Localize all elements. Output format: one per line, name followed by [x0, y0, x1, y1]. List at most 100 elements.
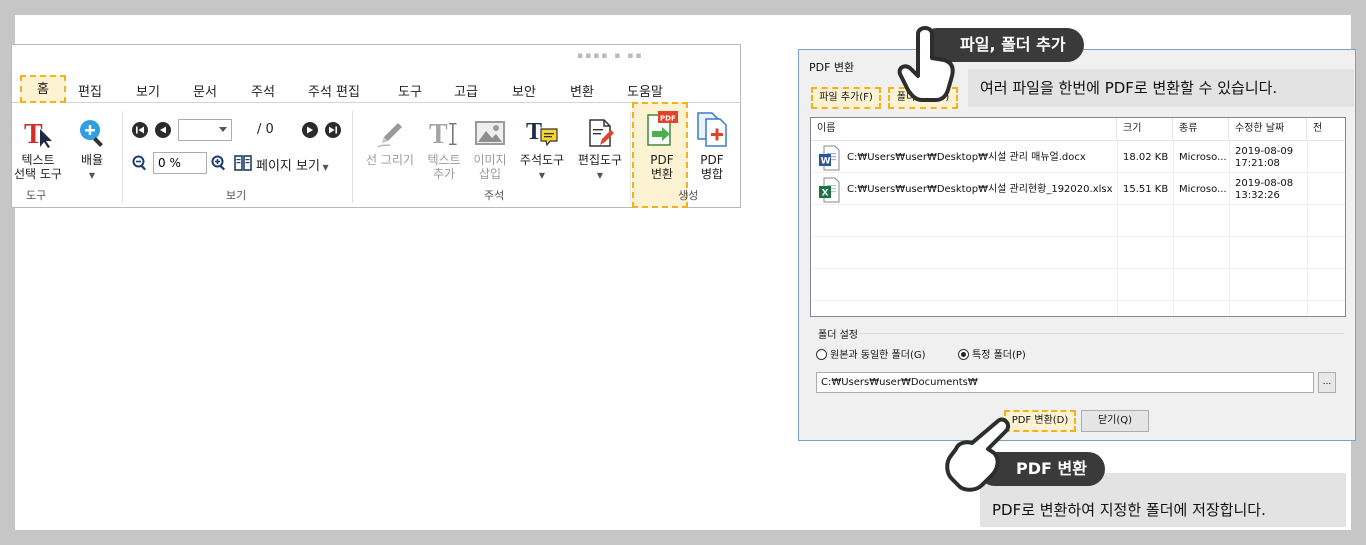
page-view-label: 페이지 보기	[256, 159, 320, 174]
group-label-create: 생성	[678, 189, 699, 202]
last-page-icon[interactable]	[325, 122, 341, 138]
folder-settings-title: 폴더 설정	[818, 330, 858, 341]
browse-button[interactable]: ...	[1318, 372, 1336, 393]
annotation-tool-icon: T	[526, 119, 558, 147]
group-divider	[858, 333, 1344, 334]
column-divider	[1117, 140, 1118, 316]
radio-specific-folder-label: 특정 폴더(P)	[972, 350, 1026, 361]
page-view-icon[interactable]	[234, 154, 252, 172]
text-select-button[interactable]: T 텍스트 선택 도구	[8, 117, 68, 181]
pdf-convert-label: PDF 변환	[650, 153, 674, 181]
folder-settings-group: 폴더 설정 원본과 동일한 폴더(G) 특정 폴더(P) C:₩Users₩us…	[810, 330, 1346, 400]
file-type: Microso...	[1179, 152, 1227, 163]
file-time: 17:21:08	[1235, 158, 1280, 169]
close-button[interactable]: 닫기(Q)	[1081, 410, 1149, 432]
group-label-tools: 도구	[26, 189, 47, 202]
tab-document[interactable]: 문서	[193, 81, 217, 100]
draw-line-label: 선 그리기	[366, 153, 414, 167]
word-icon: W	[819, 145, 840, 171]
file-list[interactable]: 이름 크기 종류 수정한 날짜 전 W C:₩Users₩user₩Deskto…	[810, 117, 1346, 317]
row-divider	[811, 236, 1345, 237]
separator	[630, 111, 631, 203]
zoom-button[interactable]: 배율 ▼	[76, 117, 108, 183]
svg-text:T: T	[526, 119, 542, 145]
file-date: 2019-08-09	[1235, 146, 1294, 157]
column-divider	[1307, 140, 1308, 316]
pdf-convert-icon: PDF	[647, 111, 678, 146]
column-header-size[interactable]: 크기	[1117, 118, 1173, 140]
first-page-icon[interactable]	[132, 122, 148, 138]
file-path: C:₩Users₩user₩Desktop₩시설 관리 매뉴얼.docx	[847, 152, 1086, 163]
callout-top-description: 여러 파일을 한번에 PDF로 변환할 수 있습니다.	[968, 69, 1354, 107]
file-size: 18.02 KB	[1123, 152, 1169, 163]
output-path-field[interactable]: C:₩Users₩user₩Documents₩	[816, 372, 1314, 393]
annotation-tool-label: 주석도구	[519, 153, 565, 167]
column-header-name[interactable]: 이름	[811, 118, 1117, 140]
page-view-button[interactable]: 페이지 보기 ▼	[256, 155, 329, 174]
separator	[352, 111, 353, 203]
zoom-input[interactable]: 0 %	[153, 152, 207, 174]
tab-home[interactable]: 홈	[20, 75, 66, 103]
ribbon: ▪▪▪▪ ▪ ▪▪ 홈 편집 보기 문서 주석 주석 편집 도구 고급 보안 변…	[11, 44, 741, 208]
pen-icon	[377, 123, 402, 148]
pdf-convert-dialog-button[interactable]: PDF 변환(D)	[1004, 410, 1076, 432]
radio-same-folder[interactable]: 원본과 동일한 폴더(G)	[816, 346, 926, 361]
zoom-label: 배율	[80, 153, 104, 167]
annotation-tool-button[interactable]: T 주석도구 ▼	[514, 117, 570, 183]
column-header-type[interactable]: 종류	[1173, 118, 1229, 140]
tab-advanced[interactable]: 고급	[454, 81, 478, 100]
pdf-merge-button[interactable]: PDF 병합	[692, 109, 732, 181]
text-select-icon: T	[24, 119, 52, 149]
tab-security[interactable]: 보안	[512, 81, 536, 100]
chevron-down-icon	[219, 127, 227, 132]
annotation-dropdown-icon: ▼	[538, 171, 546, 180]
tab-help[interactable]: 도움말	[627, 81, 663, 100]
zoom-dropdown-icon: ▼	[88, 171, 96, 180]
pointing-hand-icon	[945, 417, 1011, 492]
pdf-convert-button[interactable]: PDF PDF 변환	[640, 109, 684, 181]
zoom-plus-icon	[80, 120, 103, 147]
edit-tool-button[interactable]: 편집도구 ▼	[572, 117, 628, 183]
row-divider	[811, 204, 1345, 205]
insert-image-button[interactable]: 이미지 삽입	[470, 117, 510, 181]
file-date: 2019-08-08	[1235, 178, 1294, 189]
separator	[122, 111, 123, 203]
dialog-title: PDF 변환	[809, 61, 855, 74]
row-divider	[811, 300, 1345, 301]
zoom-in-icon[interactable]	[211, 155, 227, 171]
tab-view[interactable]: 보기	[136, 81, 160, 100]
column-divider	[1173, 140, 1174, 316]
page-number-input[interactable]	[178, 119, 232, 141]
add-text-button[interactable]: T 텍스트 추가	[422, 117, 466, 181]
insert-image-label: 이미지 삽입	[473, 153, 507, 181]
radio-same-folder-label: 원본과 동일한 폴더(G)	[830, 350, 926, 361]
page-view-dropdown-icon: ▼	[319, 163, 329, 172]
prev-page-icon[interactable]	[155, 122, 171, 138]
text-select-label: 텍스트 선택 도구	[14, 153, 62, 181]
zoom-out-icon[interactable]	[132, 155, 148, 171]
header-divider	[811, 140, 1345, 141]
tab-tools[interactable]: 도구	[398, 81, 422, 100]
svg-text:W: W	[821, 157, 831, 167]
column-header-date[interactable]: 수정한 날짜	[1229, 118, 1307, 140]
column-header-extra[interactable]: 전	[1307, 118, 1345, 140]
draw-line-button[interactable]: 선 그리기	[360, 117, 420, 167]
tab-edit[interactable]: 편집	[78, 81, 102, 100]
file-path: C:₩Users₩user₩Desktop₩시설 관리현황_192020.xls…	[847, 184, 1113, 195]
excel-icon: X	[819, 177, 840, 203]
radio-specific-folder[interactable]: 특정 폴더(P)	[958, 346, 1026, 361]
row-divider	[811, 172, 1345, 173]
tab-annotation-edit[interactable]: 주석 편집	[308, 81, 360, 100]
add-file-button[interactable]: 파일 추가(F)	[811, 87, 881, 109]
edit-tool-label: 편집도구	[577, 153, 623, 167]
tab-convert[interactable]: 변환	[570, 81, 594, 100]
group-label-annotation: 주석	[484, 189, 505, 202]
group-label-view: 보기	[226, 189, 247, 202]
ribbon-tabs: 홈 편집 보기 문서 주석 주석 편집 도구 고급 보안 변환 도움말	[12, 73, 740, 103]
add-text-label: 텍스트 추가	[427, 153, 461, 181]
image-icon	[475, 121, 505, 145]
radio-button-checked	[958, 349, 969, 360]
svg-text:T: T	[429, 119, 448, 149]
tab-annotation[interactable]: 주석	[251, 81, 275, 100]
next-page-icon[interactable]	[302, 122, 318, 138]
